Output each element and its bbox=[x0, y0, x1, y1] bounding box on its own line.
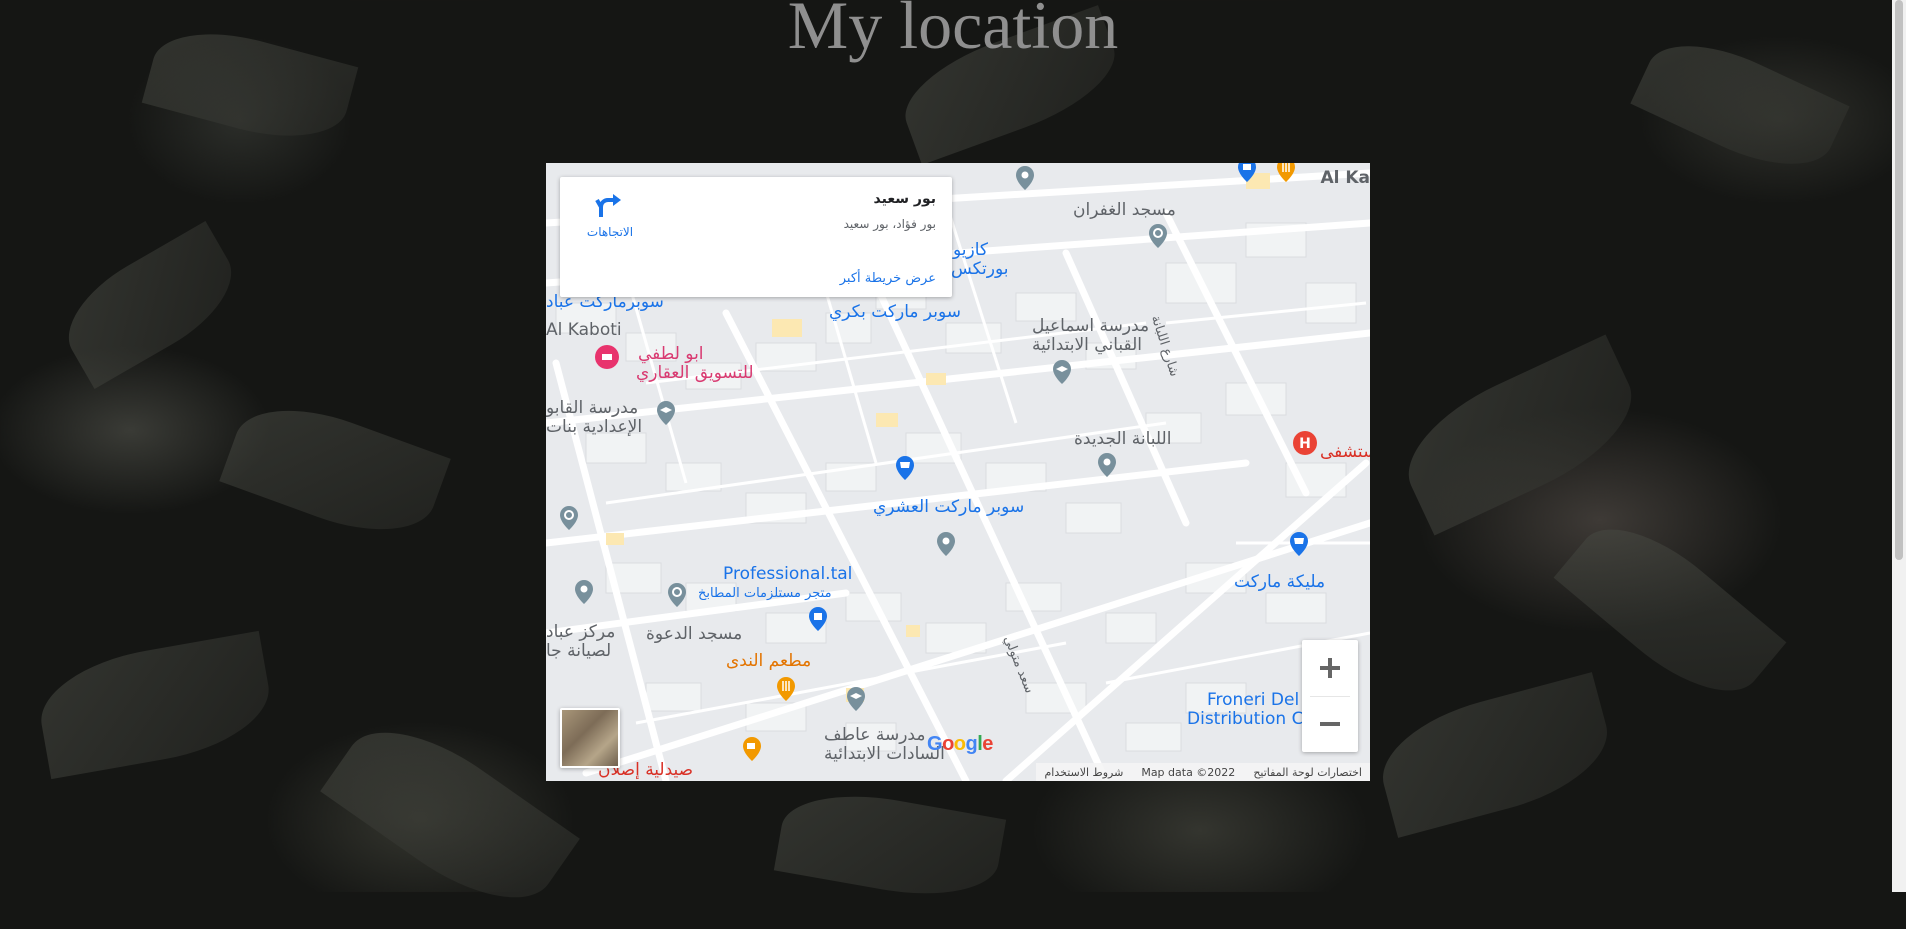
google-logo-letter: G bbox=[927, 733, 943, 755]
satellite-toggle-button[interactable] bbox=[560, 708, 620, 768]
map-label: Froneri Del bbox=[1207, 690, 1300, 710]
page-body: { "page": {"title": "My location"}, "map… bbox=[0, 0, 1906, 929]
zoom-divider bbox=[1310, 696, 1350, 697]
google-logo-letter: g bbox=[965, 733, 978, 755]
mosque-pin-icon[interactable] bbox=[1145, 223, 1171, 249]
map-data-attribution: Map data ©2022 bbox=[1141, 765, 1236, 779]
background-leaf bbox=[32, 630, 278, 780]
map-label: لصيانة جا bbox=[546, 641, 612, 661]
school-pin-icon[interactable] bbox=[653, 400, 679, 426]
terms-link[interactable]: شروط الاستخدام bbox=[1044, 766, 1123, 779]
restaurant-pin-icon[interactable] bbox=[773, 676, 799, 702]
zoom-out-button[interactable] bbox=[1302, 696, 1358, 752]
map-pin-gray-icon[interactable] bbox=[1094, 452, 1120, 478]
directions-button[interactable]: الاتجاهات bbox=[580, 191, 640, 239]
embedded-map[interactable]: Al Ka مسجد الغفران كازيو بورتكس سوبر مار… bbox=[546, 163, 1370, 781]
google-logo-letter: o bbox=[953, 733, 966, 755]
view-larger-map-link[interactable]: عرض خريطة أكبر bbox=[840, 271, 936, 286]
map-label: بورتكس bbox=[951, 259, 1009, 279]
background-leaf bbox=[49, 221, 251, 389]
background-leaf bbox=[1369, 672, 1621, 838]
scrollbar[interactable] bbox=[1892, 0, 1906, 892]
map-pin-gray-icon[interactable] bbox=[1012, 165, 1038, 191]
hospital-pin-icon[interactable]: H bbox=[1292, 430, 1318, 456]
map-pin-gray-icon[interactable] bbox=[571, 579, 597, 605]
shopping-pin-icon[interactable] bbox=[805, 606, 831, 632]
background-leaf bbox=[773, 781, 1007, 909]
map-label: اللبانة الجديدة bbox=[1074, 429, 1172, 449]
scrollbar-thumb[interactable] bbox=[1895, 0, 1903, 560]
school-pin-icon[interactable] bbox=[1049, 359, 1075, 385]
directions-label: الاتجاهات bbox=[586, 225, 634, 239]
map-label: القباني الابتدائية bbox=[1032, 335, 1143, 355]
map-label: سوبر ماركت العشري bbox=[873, 497, 1025, 517]
map-label: متجر مستلزمات المطابخ bbox=[698, 586, 832, 601]
background-leaf bbox=[219, 387, 451, 553]
map-label: مركز عباد bbox=[546, 622, 616, 642]
zoom-in-button[interactable] bbox=[1302, 640, 1358, 696]
mosque-pin-icon[interactable] bbox=[556, 505, 582, 531]
svg-text:H: H bbox=[1299, 436, 1311, 452]
directions-icon bbox=[595, 194, 621, 217]
keyboard-shortcuts-link[interactable]: اختصارات لوحة المفاتيح bbox=[1253, 766, 1362, 779]
grocery-pin-icon[interactable] bbox=[892, 455, 918, 481]
map-label: للتسويق العقاري bbox=[636, 363, 754, 383]
place-address: بور فؤاد، بور سعيد bbox=[843, 217, 936, 231]
map-label: Al Kaboti bbox=[546, 320, 622, 340]
map-label: مدرسة القابو bbox=[546, 398, 639, 418]
page-title: My location bbox=[787, 0, 1119, 63]
mosque-pin-icon[interactable] bbox=[664, 582, 690, 608]
map-label: Distribution C bbox=[1187, 709, 1304, 729]
map-label: مطعم الندى bbox=[726, 651, 812, 671]
place-info-card: بور سعيد بور فؤاد، بور سعيد الاتجاهات عر… bbox=[560, 177, 952, 297]
zoom-controls bbox=[1302, 640, 1358, 752]
map-label: مدرسة اسماعيل bbox=[1032, 316, 1150, 336]
background-leaf bbox=[320, 701, 580, 929]
map-label: مليكة ماركت bbox=[1234, 572, 1326, 592]
restaurant-pin-icon[interactable] bbox=[1273, 163, 1299, 183]
map-label: ابو لطفي bbox=[638, 344, 704, 364]
shop-pin-icon[interactable] bbox=[1234, 163, 1260, 183]
map-label: مسجد الدعوة bbox=[646, 624, 743, 644]
real-estate-pin-icon[interactable] bbox=[594, 344, 620, 370]
place-name: بور سعيد bbox=[873, 191, 936, 207]
map-label: مدرسة عاطف bbox=[824, 725, 926, 745]
map-label: سوبر ماركت بكري bbox=[829, 302, 962, 322]
map-label: الإعدادية بنات bbox=[546, 417, 643, 437]
map-footer: شروط الاستخدام Map data ©2022 اختصارات ل… bbox=[1036, 763, 1370, 781]
map-label: مسجد الغفران bbox=[1073, 200, 1176, 220]
map-label: Professional.tal bbox=[723, 564, 853, 584]
google-logo: Google bbox=[927, 733, 993, 756]
map-label: مستشفى bbox=[1320, 442, 1370, 462]
map-pin-gray-icon[interactable] bbox=[933, 531, 959, 557]
map-label: كازيو bbox=[953, 240, 988, 260]
minus-icon bbox=[1320, 722, 1340, 726]
google-logo-letter: e bbox=[982, 733, 993, 755]
school-pin-icon[interactable] bbox=[843, 686, 869, 712]
background-leaf bbox=[1387, 334, 1653, 536]
plus-icon bbox=[1320, 658, 1340, 678]
grocery-pin-icon[interactable] bbox=[1286, 531, 1312, 557]
cafe-pin-icon[interactable] bbox=[739, 736, 765, 762]
map-label: Al Ka bbox=[1320, 168, 1370, 188]
google-logo-letter: o bbox=[942, 733, 954, 755]
